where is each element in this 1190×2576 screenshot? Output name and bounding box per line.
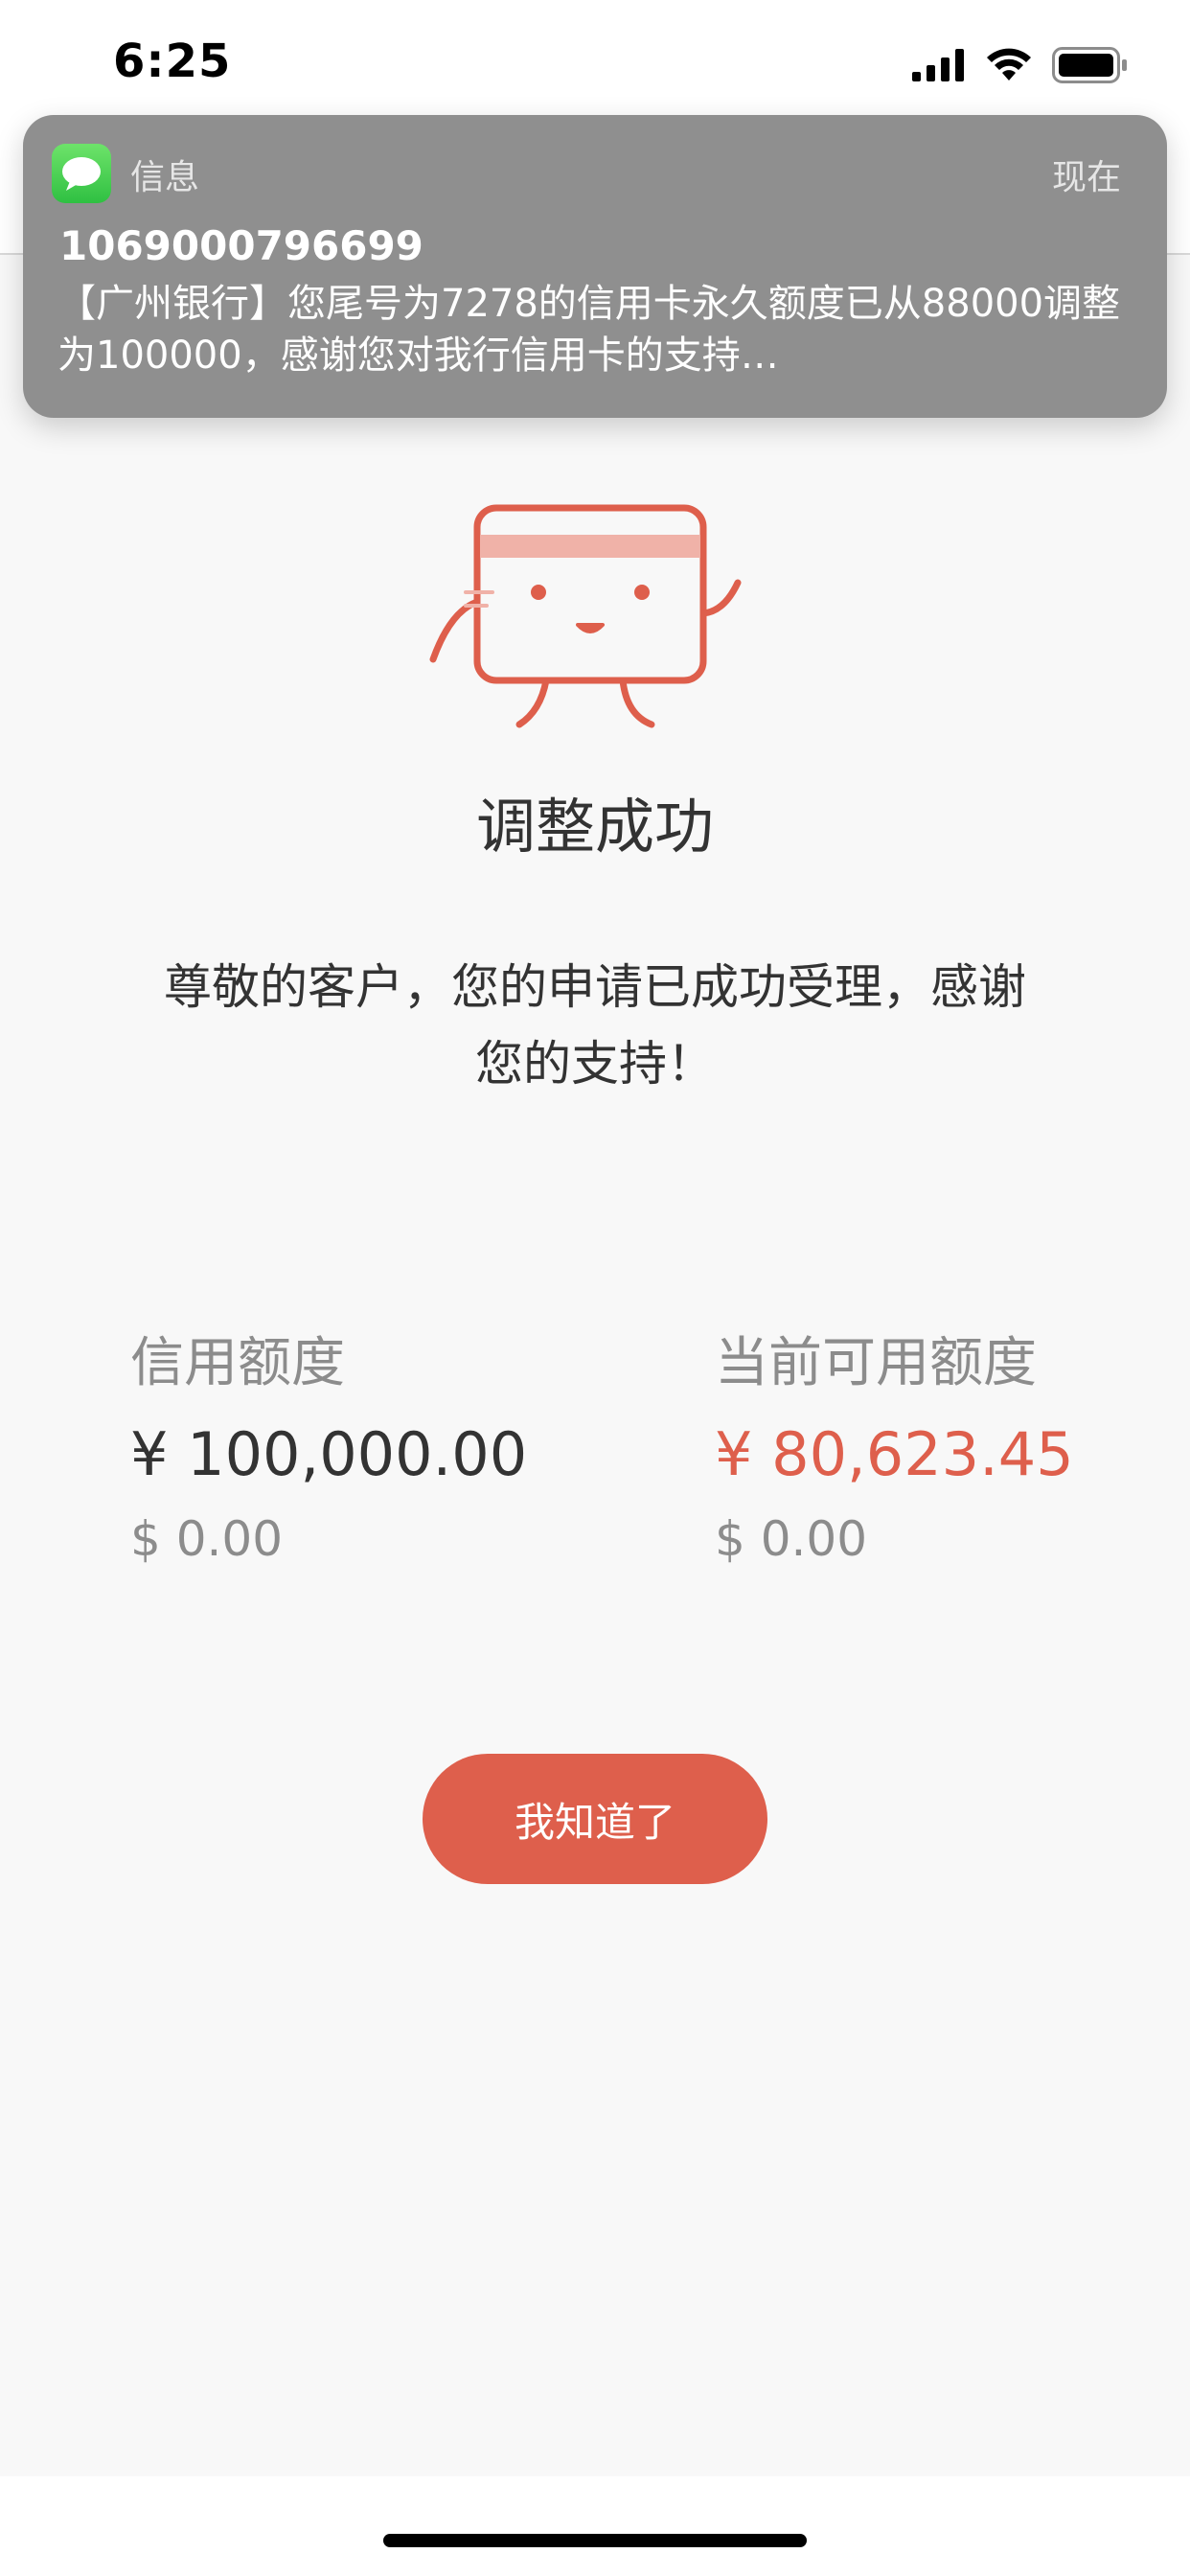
ok-button[interactable]: 我知道了 — [423, 1754, 767, 1884]
bottom-safe-area — [0, 2476, 1190, 2576]
credit-limit-cny: ¥ 100,000.00 — [130, 1419, 528, 1489]
result-title: 调整成功 — [475, 792, 714, 862]
screen: 6:25 信息 现在 1069000796699 【广州银行】您尾号为7278的… — [0, 0, 1190, 2576]
credit-limit-block: 信用额度 ¥ 100,000.00 $ 0.00 — [130, 1330, 527, 1570]
home-indicator[interactable] — [383, 2534, 807, 2547]
signal-icon — [912, 49, 964, 81]
notification-time: 现在 — [1051, 158, 1121, 197]
wifi-icon — [987, 48, 1031, 80]
available-limit-block: 当前可用额度 ¥ 80,623.45 $ 0.00 — [715, 1330, 1074, 1570]
available-limit-cny: ¥ 80,623.45 — [715, 1419, 1074, 1489]
sms-notification-banner[interactable]: 信息 现在 1069000796699 【广州银行】您尾号为7278的信用卡永久… — [23, 115, 1167, 418]
card-mascot-icon — [429, 504, 742, 728]
battery-icon — [1052, 47, 1127, 83]
result-description: 尊敬的客户，您的申请已成功受理，感谢您的支持！ — [164, 959, 1026, 1092]
credit-limit-label: 信用额度 — [130, 1332, 345, 1394]
notification-sender: 1069000796699 — [59, 222, 423, 269]
available-limit-label: 当前可用额度 — [715, 1332, 1037, 1394]
messages-app-icon — [52, 144, 111, 203]
available-limit-usd: $ 0.00 — [715, 1511, 868, 1567]
status-icons — [912, 44, 1129, 86]
credit-limit-usd: $ 0.00 — [130, 1511, 284, 1567]
notification-body: 【广州银行】您尾号为7278的信用卡永久额度已从88000调整为100000，感… — [57, 282, 1121, 378]
status-time: 6:25 — [113, 34, 232, 88]
notification-app-name: 信息 — [130, 158, 200, 197]
